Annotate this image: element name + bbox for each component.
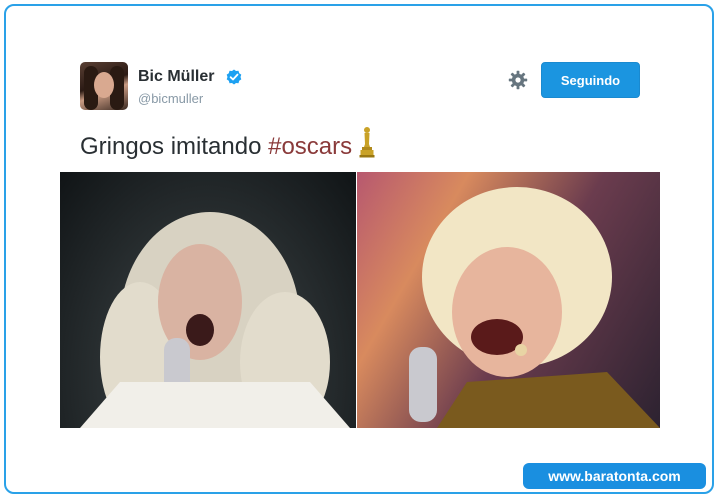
verified-badge-icon	[226, 69, 242, 85]
photo-left[interactable]	[60, 172, 356, 428]
author-handle[interactable]: @bicmuller	[138, 91, 203, 106]
photo-left-illustration	[80, 212, 350, 428]
avatar-face	[94, 72, 114, 98]
following-button[interactable]: Seguindo	[541, 62, 640, 98]
watermark-badge: www.baratonta.com	[523, 463, 706, 489]
tweet-text-body: Gringos imitando	[80, 133, 269, 160]
photo-right-illustration	[409, 187, 660, 428]
photo-right[interactable]	[357, 172, 660, 428]
oscar-statuette-icon	[359, 127, 375, 158]
gear-icon[interactable]	[508, 70, 528, 90]
hashtag-link[interactable]: #oscars	[268, 133, 352, 160]
avatar[interactable]	[80, 62, 128, 110]
tweet-text: Gringos imitando #oscars	[80, 126, 376, 161]
author-name[interactable]: Bic Müller	[138, 68, 214, 86]
